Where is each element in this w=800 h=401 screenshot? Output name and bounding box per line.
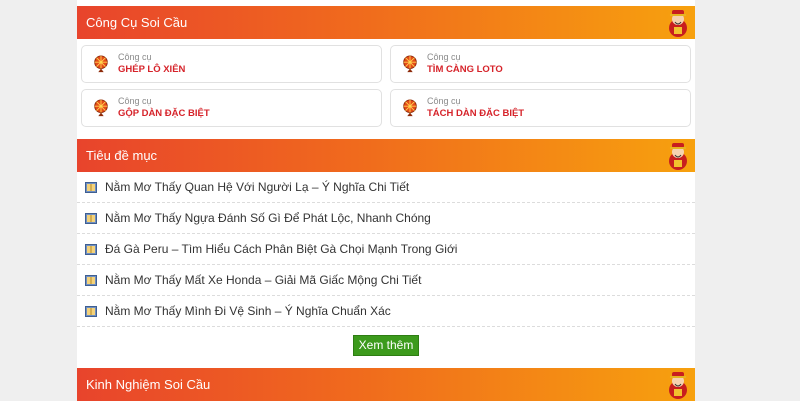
see-more-button[interactable]: Xem thêm	[352, 335, 420, 356]
book-icon	[85, 181, 97, 193]
more-button-row: Xem thêm	[77, 327, 695, 360]
prize-wheel-icon	[94, 55, 108, 73]
tool-caption: Công cụ	[427, 52, 461, 62]
prize-wheel-icon	[403, 99, 417, 117]
god-of-wealth-mascot-icon	[669, 10, 687, 37]
tool-caption: Công cụ	[118, 52, 152, 62]
section-header-articles: Tiêu đề mục	[77, 139, 695, 172]
tool-tach-dan-dac-biet[interactable]: Công cụ TÁCH DÀN ĐẶC BIỆT	[390, 89, 691, 127]
god-of-wealth-mascot-icon	[669, 372, 687, 399]
tool-gop-dan-dac-biet[interactable]: Công cụ GỘP DÀN ĐẶC BIỆT	[81, 89, 382, 127]
tool-ghep-lo-xien[interactable]: Công cụ GHÉP LÔ XIÊN	[81, 45, 382, 83]
tools-grid: Công cụ GHÉP LÔ XIÊN Công cụ TÌM CÀNG LO…	[77, 39, 695, 129]
section-header-tools: Công Cụ Soi Cầu	[77, 6, 695, 39]
article-link[interactable]: Đá Gà Peru – Tìm Hiểu Cách Phân Biệt Gà …	[105, 242, 457, 256]
article-link[interactable]: Nằm Mơ Thấy Quan Hệ Với Người Lạ – Ý Ngh…	[105, 180, 409, 194]
book-icon	[85, 305, 97, 317]
article-link[interactable]: Nằm Mơ Thấy Mình Đi Vệ Sinh – Ý Nghĩa Ch…	[105, 304, 391, 318]
prize-wheel-icon	[94, 99, 108, 117]
tool-caption: Công cụ	[427, 96, 461, 106]
book-icon	[85, 274, 97, 286]
book-icon	[85, 212, 97, 224]
book-icon	[85, 243, 97, 255]
god-of-wealth-mascot-icon	[669, 143, 687, 170]
tool-name: TÌM CÀNG LOTO	[427, 64, 503, 75]
article-list: Nằm Mơ Thấy Quan Hệ Với Người Lạ – Ý Ngh…	[77, 172, 695, 327]
list-item[interactable]: Nằm Mơ Thấy Mình Đi Vệ Sinh – Ý Nghĩa Ch…	[77, 296, 695, 327]
section-header-experience: Kinh Nghiệm Soi Cầu	[77, 368, 695, 401]
tool-name: GỘP DÀN ĐẶC BIỆT	[118, 108, 210, 119]
list-item[interactable]: Nằm Mơ Thấy Ngựa Đánh Số Gì Để Phát Lộc,…	[77, 203, 695, 234]
main-panel: Công Cụ Soi Cầu Công cụ GHÉP LÔ XIÊN Côn…	[77, 0, 695, 401]
section-title: Công Cụ Soi Cầu	[86, 15, 188, 30]
tool-name: TÁCH DÀN ĐẶC BIỆT	[427, 108, 525, 119]
list-item[interactable]: Nằm Mơ Thấy Mất Xe Honda – Giải Mã Giấc …	[77, 265, 695, 296]
section-title: Kinh Nghiệm Soi Cầu	[86, 377, 211, 392]
article-link[interactable]: Nằm Mơ Thấy Mất Xe Honda – Giải Mã Giấc …	[105, 273, 421, 287]
list-item[interactable]: Nằm Mơ Thấy Quan Hệ Với Người Lạ – Ý Ngh…	[77, 172, 695, 203]
tool-caption: Công cụ	[118, 96, 152, 106]
article-link[interactable]: Nằm Mơ Thấy Ngựa Đánh Số Gì Để Phát Lộc,…	[105, 211, 431, 225]
section-title: Tiêu đề mục	[86, 148, 158, 163]
list-item[interactable]: Đá Gà Peru – Tìm Hiểu Cách Phân Biệt Gà …	[77, 234, 695, 265]
prize-wheel-icon	[403, 55, 417, 73]
tool-tim-cang-loto[interactable]: Công cụ TÌM CÀNG LOTO	[390, 45, 691, 83]
tool-name: GHÉP LÔ XIÊN	[118, 64, 186, 75]
